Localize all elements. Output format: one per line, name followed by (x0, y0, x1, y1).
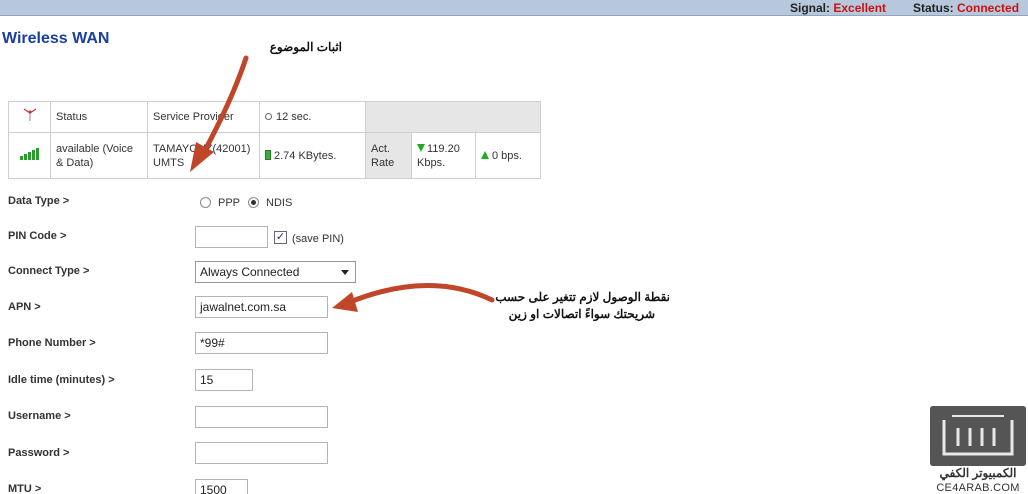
watermark-arabic: الكمبيوتر الكفي (939, 466, 1017, 480)
pin-code-label: PIN Code > (8, 230, 67, 242)
upload-rate: 0 bps. (492, 149, 522, 162)
save-pin-label: (save PIN) (292, 233, 344, 245)
radio-ppp-label: PPP (218, 197, 241, 209)
watermark-english: CE4ARAB.COM (936, 482, 1020, 494)
apn-input[interactable]: jawalnet.com.sa (195, 296, 328, 318)
password-label: Password > (8, 447, 70, 459)
connect-type-value: Always Connected (200, 265, 300, 279)
upload-arrow-icon (481, 150, 489, 159)
time-value: 12 sec. (276, 111, 312, 123)
status-label: Status: (913, 1, 954, 15)
save-pin-checkbox[interactable]: ✓ (274, 231, 287, 244)
signal-indicator: Signal: Excellent (790, 1, 886, 15)
antenna-cell (8, 101, 51, 133)
username-label: Username > (8, 410, 71, 422)
connection-status: Status: Connected (913, 1, 1019, 15)
time-cell: 12 sec. (259, 101, 366, 133)
connect-type-select[interactable]: Always Connected (195, 261, 356, 283)
provider-value-cell: TAMAYOUZ(42001) UMTS (147, 132, 260, 179)
idle-time-label: Idle time (minutes) > (8, 374, 115, 386)
signal-bars-cell (8, 132, 51, 179)
signal-bars-icon (20, 147, 39, 160)
apn-annotation-line1: نقطة الوصول لازم تتغير على حسب (495, 290, 670, 304)
idle-time-input[interactable]: 15 (195, 369, 253, 391)
data-total-cell: 2.74 KBytes. (259, 132, 366, 179)
pin-code-input[interactable] (195, 226, 268, 248)
provider-network: UMTS (153, 156, 185, 169)
provider-name: TAMAYOUZ(42001) (153, 142, 251, 155)
provider-header: Service Provider (147, 101, 260, 133)
signal-label: Signal: (790, 1, 831, 15)
status-table: Status Service Provider 12 sec. availabl… (8, 101, 541, 179)
antenna-icon (21, 108, 39, 125)
dropdown-caret-icon (341, 270, 349, 275)
top-status-bar: Signal: Excellent Status: Connected (0, 0, 1028, 16)
apn-annotation-line2: شريحتك سواءً اتصالات او زين (508, 307, 655, 321)
download-arrow-icon (417, 143, 425, 152)
status-value: Connected (957, 1, 1020, 15)
connect-type-label: Connect Type > (8, 265, 90, 277)
status-value-cell: available (Voice & Data) (50, 132, 148, 179)
apn-annotation-arrow (332, 283, 495, 312)
header-spacer (365, 101, 541, 133)
mtu-label: MTU > (8, 483, 42, 494)
top-annotation-text: اثبات الموضوع (269, 40, 342, 54)
status-header: Status (50, 101, 148, 133)
radio-ndis-label: NDIS (266, 197, 293, 209)
username-input[interactable] (195, 406, 328, 428)
data-type-label: Data Type > (8, 195, 70, 207)
watermark-mark (930, 406, 1026, 466)
upload-cell: 0 bps. (475, 132, 541, 179)
data-total-value: 2.74 KBytes. (274, 149, 337, 162)
watermark-logo: الكمبيوتر الكفي CE4ARAB.COM (928, 406, 1028, 494)
radio-ppp[interactable] (200, 197, 211, 208)
password-input[interactable] (195, 442, 328, 464)
clock-icon (265, 113, 272, 120)
apn-label: APN > (8, 301, 41, 313)
phone-number-label: Phone Number > (8, 337, 96, 349)
signal-value: Excellent (833, 1, 887, 15)
download-cell: 119.20 Kbps. (411, 132, 476, 179)
annotation-arrows (190, 55, 495, 312)
phone-number-input[interactable]: *99# (195, 332, 328, 354)
mtu-input[interactable]: 1500 (195, 479, 248, 494)
battery-icon (265, 149, 271, 160)
act-rate-label: Act. Rate (365, 132, 412, 179)
page-title: Wireless WAN (2, 30, 110, 47)
radio-ndis[interactable] (248, 197, 259, 208)
